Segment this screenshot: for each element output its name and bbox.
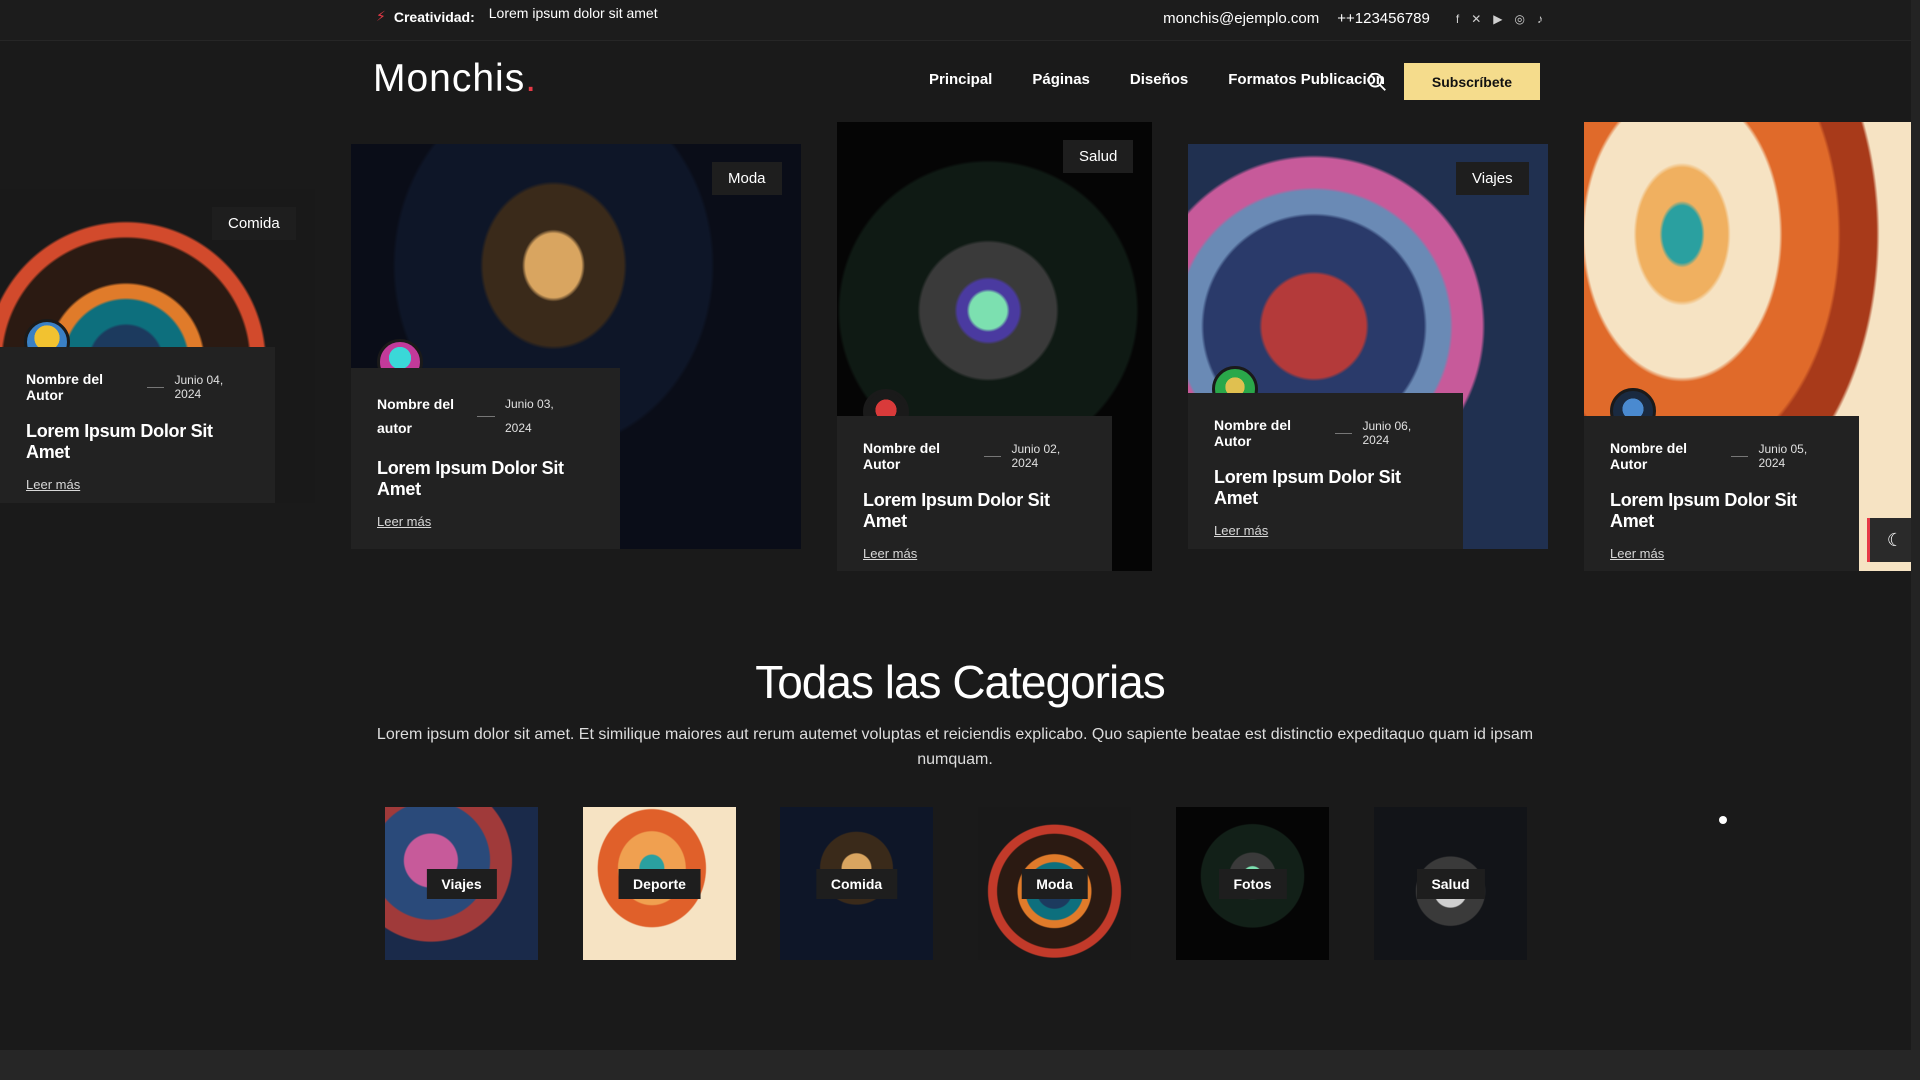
read-more-link[interactable]: Leer más — [26, 477, 249, 492]
footer-strip — [0, 1050, 1920, 1080]
category-tile-comida[interactable]: Comida — [780, 807, 933, 960]
logo-text: Monchis — [373, 57, 526, 100]
post-date: Junio 04, 2024 — [174, 373, 224, 401]
nav-item-paginas[interactable]: Páginas — [1032, 71, 1090, 88]
categories-title: Todas las Categorias — [755, 656, 1166, 708]
post-card-moda[interactable]: Moda Nombre del autor Junio 03, 2024 Lor… — [351, 144, 801, 549]
read-more-link[interactable]: Leer más — [863, 546, 1086, 561]
site-logo[interactable]: Monchis. — [373, 57, 537, 101]
category-tile-salud[interactable]: Salud — [1374, 807, 1527, 960]
category-tile-moda[interactable]: Moda — [978, 807, 1131, 960]
top-bar: ⚡ Creatividad: Lorem ipsum dolor sit ame… — [0, 0, 1920, 41]
main-nav: Principal Páginas Diseños Formatos Publi… — [929, 71, 1385, 88]
categories-description: Lorem ipsum dolor sit amet. Et similique… — [376, 726, 1534, 768]
post-card-featured[interactable]: Nombre del Autor Junio 05, 2024 Lorem Ip… — [1584, 122, 1911, 571]
social-links: f ✕ ▶ ◎ ♪ — [1456, 12, 1543, 26]
post-meta: Nombre del autor Junio 03, 2024 — [377, 392, 594, 440]
search-icon[interactable] — [1366, 71, 1388, 93]
category-tag[interactable]: Salud — [1063, 140, 1134, 173]
read-more-link[interactable]: Leer más — [1610, 546, 1833, 561]
post-card-comida[interactable]: Comida Nombre del Autor Junio 04, 2024 L… — [0, 189, 315, 503]
scrollbar[interactable] — [1911, 0, 1920, 1050]
nav-item-principal[interactable]: Principal — [929, 71, 992, 88]
nav-item-formatos[interactable]: Formatos Publicación — [1228, 71, 1385, 88]
category-tag[interactable]: Comida — [212, 207, 296, 240]
post-info: Nombre del Autor Junio 05, 2024 Lorem Ip… — [1584, 416, 1859, 571]
category-label: Moda — [1021, 868, 1088, 899]
post-date: Junio 03, 2024 — [505, 397, 554, 435]
meta-divider — [1731, 455, 1749, 457]
post-date: Junio 02, 2024 — [1011, 442, 1061, 470]
post-info: Nombre del Autor Junio 06, 2024 Lorem Ip… — [1188, 393, 1463, 549]
instagram-icon[interactable]: ◎ — [1515, 12, 1525, 26]
post-title[interactable]: Lorem Ipsum Dolor Sit Amet — [863, 490, 1086, 532]
meta-divider — [147, 386, 165, 388]
post-info: Nombre del Autor Junio 04, 2024 Lorem Ip… — [0, 347, 275, 503]
ticker-label: Creatividad: — [393, 8, 475, 25]
logo-dot: . — [525, 57, 538, 100]
post-card-viajes[interactable]: Viajes Nombre del Autor Junio 06, 2024 L… — [1188, 144, 1548, 549]
read-more-link[interactable]: Leer más — [377, 514, 594, 529]
x-icon[interactable]: ✕ — [1471, 12, 1481, 26]
post-info: Nombre del Autor Junio 02, 2024 Lorem Ip… — [837, 416, 1112, 571]
author-name[interactable]: Nombre del Autor — [863, 440, 974, 472]
news-ticker: ⚡ Creatividad: Lorem ipsum dolor sit ame… — [376, 5, 658, 25]
post-title[interactable]: Lorem Ipsum Dolor Sit Amet — [1214, 467, 1437, 509]
meta-divider — [1335, 432, 1353, 434]
author-name[interactable]: Nombre del autor — [377, 392, 467, 440]
email-link[interactable]: monchis@ejemplo.com — [1163, 10, 1319, 27]
phone-link[interactable]: ++123456789 — [1337, 10, 1430, 27]
author-name[interactable]: Nombre del Autor — [1610, 440, 1721, 472]
category-tile-fotos[interactable]: Fotos — [1176, 807, 1329, 960]
category-tag[interactable]: Viajes — [1456, 162, 1529, 195]
post-title[interactable]: Lorem Ipsum Dolor Sit Amet — [377, 458, 594, 500]
facebook-icon[interactable]: f — [1456, 12, 1459, 26]
subscribe-button[interactable]: Subscríbete — [1404, 63, 1540, 100]
post-date: Junio 06, 2024 — [1362, 419, 1412, 447]
category-tile-deporte[interactable]: Deporte — [583, 807, 736, 960]
nav-item-disenos[interactable]: Diseños — [1130, 71, 1188, 88]
slider-dot[interactable] — [1719, 816, 1727, 824]
author-name[interactable]: Nombre del Autor — [1214, 417, 1325, 449]
ticker-text[interactable]: Lorem ipsum dolor sit amet — [489, 5, 658, 21]
category-label: Deporte — [618, 868, 701, 899]
category-tile-viajes[interactable]: Viajes — [385, 807, 538, 960]
category-label: Salud — [1416, 868, 1485, 899]
contact-info: monchis@ejemplo.com ++123456789 f ✕ ▶ ◎ … — [1163, 10, 1543, 27]
post-meta: Nombre del Autor Junio 05, 2024 — [1610, 440, 1833, 472]
tiktok-icon[interactable]: ♪ — [1537, 12, 1543, 26]
read-more-link[interactable]: Leer más — [1214, 523, 1437, 538]
youtube-icon[interactable]: ▶ — [1493, 12, 1502, 26]
post-meta: Nombre del Autor Junio 04, 2024 — [26, 371, 249, 403]
post-meta: Nombre del Autor Junio 02, 2024 — [863, 440, 1086, 472]
category-label: Fotos — [1218, 868, 1287, 899]
post-info: Nombre del autor Junio 03, 2024 Lorem Ip… — [351, 368, 620, 549]
meta-divider — [477, 416, 495, 417]
bolt-icon: ⚡ — [376, 8, 386, 24]
post-title[interactable]: Lorem Ipsum Dolor Sit Amet — [1610, 490, 1833, 532]
category-label: Viajes — [426, 868, 497, 899]
post-card-salud[interactable]: Salud Nombre del Autor Junio 02, 2024 Lo… — [837, 122, 1152, 571]
post-meta: Nombre del Autor Junio 06, 2024 — [1214, 417, 1437, 449]
author-name[interactable]: Nombre del Autor — [26, 371, 137, 403]
post-title[interactable]: Lorem Ipsum Dolor Sit Amet — [26, 421, 249, 463]
meta-divider — [984, 455, 1002, 457]
post-date: Junio 05, 2024 — [1758, 442, 1808, 470]
category-label: Comida — [815, 868, 898, 899]
moon-icon: ☾ — [1886, 529, 1904, 550]
category-tag[interactable]: Moda — [712, 162, 782, 195]
site-header: Monchis. Principal Páginas Diseños Forma… — [0, 41, 1920, 121]
